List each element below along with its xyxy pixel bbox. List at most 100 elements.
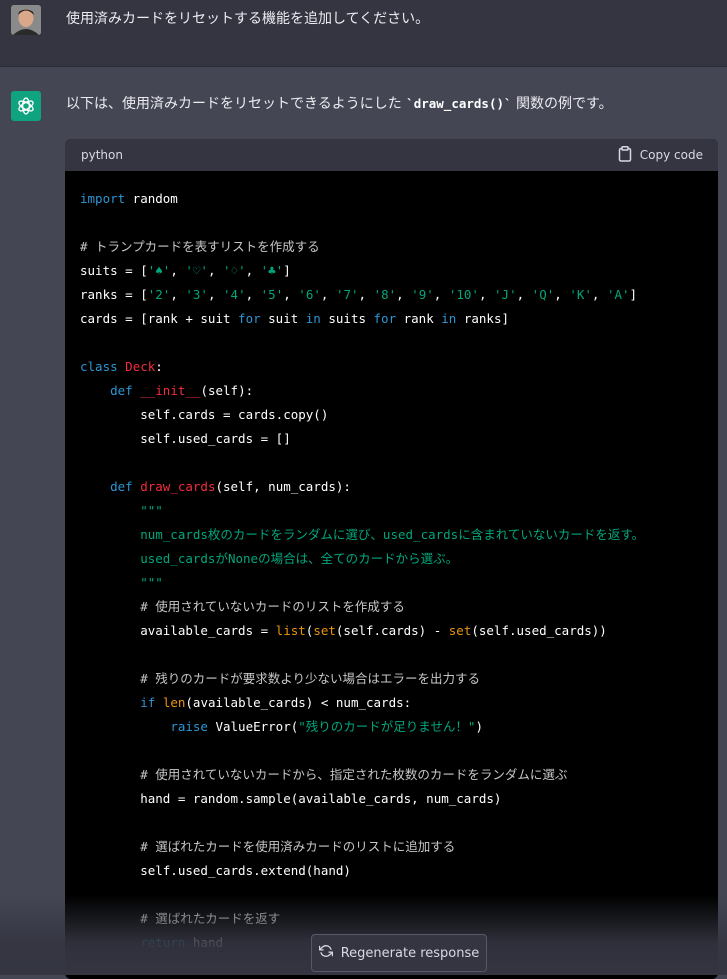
code-token: in [305,311,321,326]
refresh-icon [318,944,333,962]
assistant-message: 以下は、使用済みカードをリセットできるようにした `draw_cards()` … [0,67,727,979]
code-token: draw_cards [140,479,216,494]
code-token: , [207,287,224,302]
code-token: ] [629,287,638,302]
code-token: , [283,287,299,302]
code-line: # 使用されていないカードから、指定された枚数のカードをランダムに選ぶ [80,763,703,787]
code-line: num_cards枚のカードをランダムに選び、used_cardsに含まれていな… [80,523,703,547]
code-token: '3' [185,287,208,302]
code-token: random [125,191,178,206]
code-line: def draw_cards(self, num_cards): [80,475,703,499]
code-line: # 使用されていないカードのリストを作成する [80,595,703,619]
code-token: Deck [125,359,156,374]
assistant-text-after: 関数の例です。 [511,96,613,112]
code-token: suits = [ [80,263,148,278]
clipboard-icon [618,145,632,165]
code-line: used_cardsがNoneの場合は、全てのカードから選ぶ。 [80,547,703,571]
code-token: , [245,263,261,278]
code-line: """ [80,499,703,523]
code-token: import [80,191,126,206]
code-token: , [516,287,532,302]
code-line: hand = random.sample(available_cards, nu… [80,787,703,811]
code-token: if [140,695,156,710]
code-token: (self): [200,383,254,398]
code-token: in [441,311,457,326]
regenerate-response-button[interactable]: Regenerate response [311,934,487,972]
code-line: ranks = ['2', '3', '4', '5', '6', '7', '… [80,283,703,307]
code-token: ValueError( [207,719,299,734]
code-token: used_cardsがNoneの場合は、全てのカードから選ぶ。 [80,551,459,566]
code-token: , [433,287,449,302]
code-token: ranks = [ [80,287,148,302]
code-line: def __init__(self): [80,379,703,403]
code-token: for [238,311,261,326]
code-token: self.cards = cards.copy() [80,407,329,422]
code-token: (self.used_cards)) [471,623,607,638]
code-token: # 残りのカードが要求数より少ない場合はエラーを出力する [140,671,481,686]
code-token: suit [260,311,306,326]
code-token: 'K' [569,287,592,302]
code-token: for [373,311,397,326]
code-token: raise [170,719,208,734]
code-line: # 残りのカードが要求数より少ない場合はエラーを出力する [80,667,703,691]
code-token: '2' [147,287,171,302]
code-token: '7' [335,287,359,302]
code-token: , [358,287,374,302]
code-token: ranks] [456,311,510,326]
code-token: def [110,383,133,398]
code-token: 'J' [494,287,517,302]
code-token: # 選ばれたカードを使用済みカードのリストに追加する [140,839,456,854]
code-token: num_cards枚のカードをランダムに選び、used_cardsに含まれていな… [80,527,645,542]
code-token: '♢' [223,263,246,278]
assistant-text-before: 以下は、使用済みカードをリセットできるようにした [66,96,407,112]
code-language: python [81,148,123,162]
code-line: """ [80,571,703,595]
code-token: 'A' [606,287,630,302]
code-token: set [313,623,336,638]
code-token: '5' [260,287,284,302]
code-token: ) [475,719,483,734]
code-token: (available_cards) < num_cards: [185,695,412,710]
code-token: , [170,263,186,278]
code-token: def [110,479,133,494]
code-token: rank [396,311,442,326]
code-token: suits [320,311,374,326]
copy-code-label: Copy code [639,148,703,162]
code-line: self.used_cards = [] [80,427,703,451]
code-line: self.cards = cards.copy() [80,403,703,427]
code-line: import random [80,187,703,211]
regenerate-label: Regenerate response [340,945,480,961]
code-header: python Copy code [65,139,718,171]
code-token: '9' [411,287,434,302]
code-body[interactable]: import random # トランプカードを表すリストを作成する suits =… [65,171,718,955]
code-token: : [155,359,163,374]
code-line: cards = [rank + suit for suit in suits f… [80,307,703,331]
code-token: class [80,359,118,374]
code-token: # トランプカードを表すリストを作成する [80,239,320,254]
code-block: python Copy code import random # トランプカードを… [65,139,718,979]
code-token: '6' [298,287,321,302]
code-token: hand = random.sample(available_cards, nu… [80,791,502,806]
inline-code: `draw_cards()` [406,96,512,111]
code-line: available_cards = list(set(self.cards) -… [80,619,703,643]
code-token: list [275,623,306,638]
code-token: , [591,287,607,302]
code-token: '♠' [147,263,171,278]
code-token: len [162,695,186,710]
copy-code-button[interactable]: Copy code [618,145,703,165]
user-message: 使用済みカードをリセットする機能を追加してください。 [0,0,727,67]
code-token: '♣' [260,263,284,278]
code-token: available_cards = [80,623,276,638]
code-token: '10' [448,287,479,302]
code-token: , [396,287,412,302]
code-token: , [170,287,186,302]
